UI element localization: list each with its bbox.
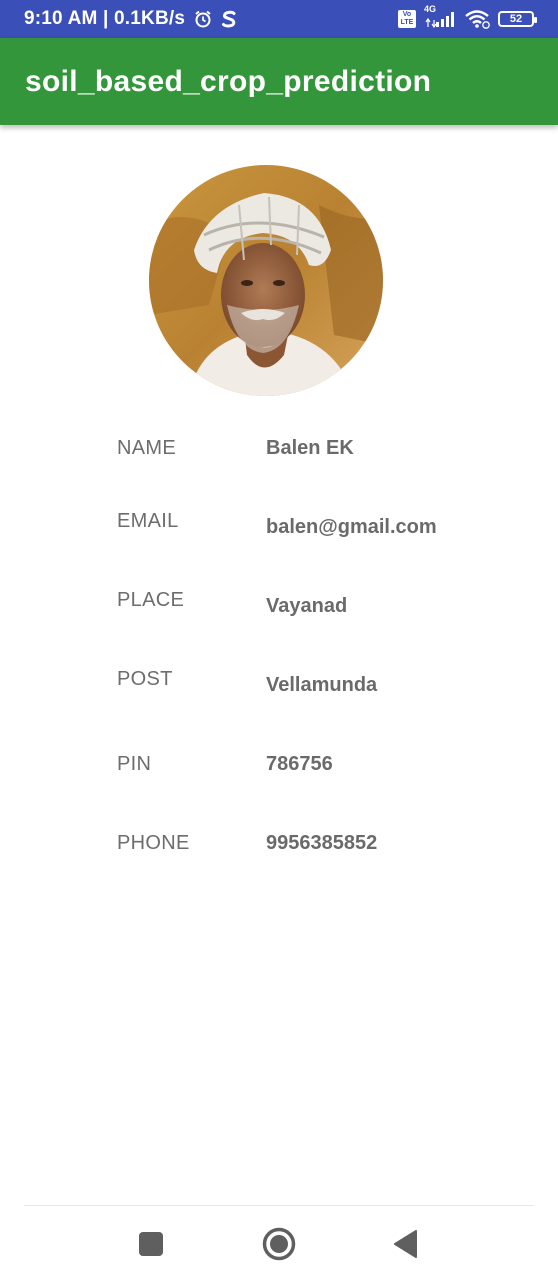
recents-button[interactable] bbox=[134, 1227, 168, 1261]
back-button[interactable] bbox=[388, 1227, 422, 1261]
back-icon bbox=[394, 1230, 417, 1258]
volte-icon: Vo LTE bbox=[398, 10, 416, 28]
email-label: EMAIL bbox=[117, 510, 179, 532]
pin-value: 786756 bbox=[266, 753, 333, 775]
recents-icon bbox=[139, 1232, 163, 1256]
home-icon bbox=[262, 1227, 296, 1261]
app-title: soil_based_crop_prediction bbox=[25, 64, 432, 98]
app-bar: soil_based_crop_prediction bbox=[0, 38, 558, 125]
wifi-icon bbox=[464, 9, 490, 29]
place-value: Vayanad bbox=[266, 595, 348, 617]
home-button[interactable] bbox=[262, 1227, 296, 1261]
post-label: POST bbox=[117, 668, 173, 690]
avatar bbox=[149, 165, 383, 396]
place-label: PLACE bbox=[117, 589, 185, 611]
system-nav-bar bbox=[0, 1205, 558, 1280]
email-value: balen@gmail.com bbox=[266, 516, 437, 538]
nav-divider bbox=[24, 1205, 534, 1206]
name-value: Balen EK bbox=[266, 437, 354, 459]
battery-icon: 52 bbox=[498, 11, 537, 27]
alarm-icon bbox=[193, 9, 213, 29]
signal-icon: 4G bbox=[424, 4, 456, 28]
s-app-icon bbox=[221, 9, 237, 29]
pin-label: PIN bbox=[117, 753, 152, 775]
status-time: 9:10 AM | 0.1KB/s bbox=[24, 8, 186, 29]
phone-value: 9956385852 bbox=[266, 832, 378, 854]
name-label: NAME bbox=[117, 437, 176, 459]
phone-label: PHONE bbox=[117, 832, 190, 854]
status-bar: 9:10 AM | 0.1KB/s Vo LTE 4G 52 bbox=[0, 0, 558, 38]
battery-level: 52 bbox=[509, 13, 523, 25]
post-value: Vellamunda bbox=[266, 674, 378, 696]
